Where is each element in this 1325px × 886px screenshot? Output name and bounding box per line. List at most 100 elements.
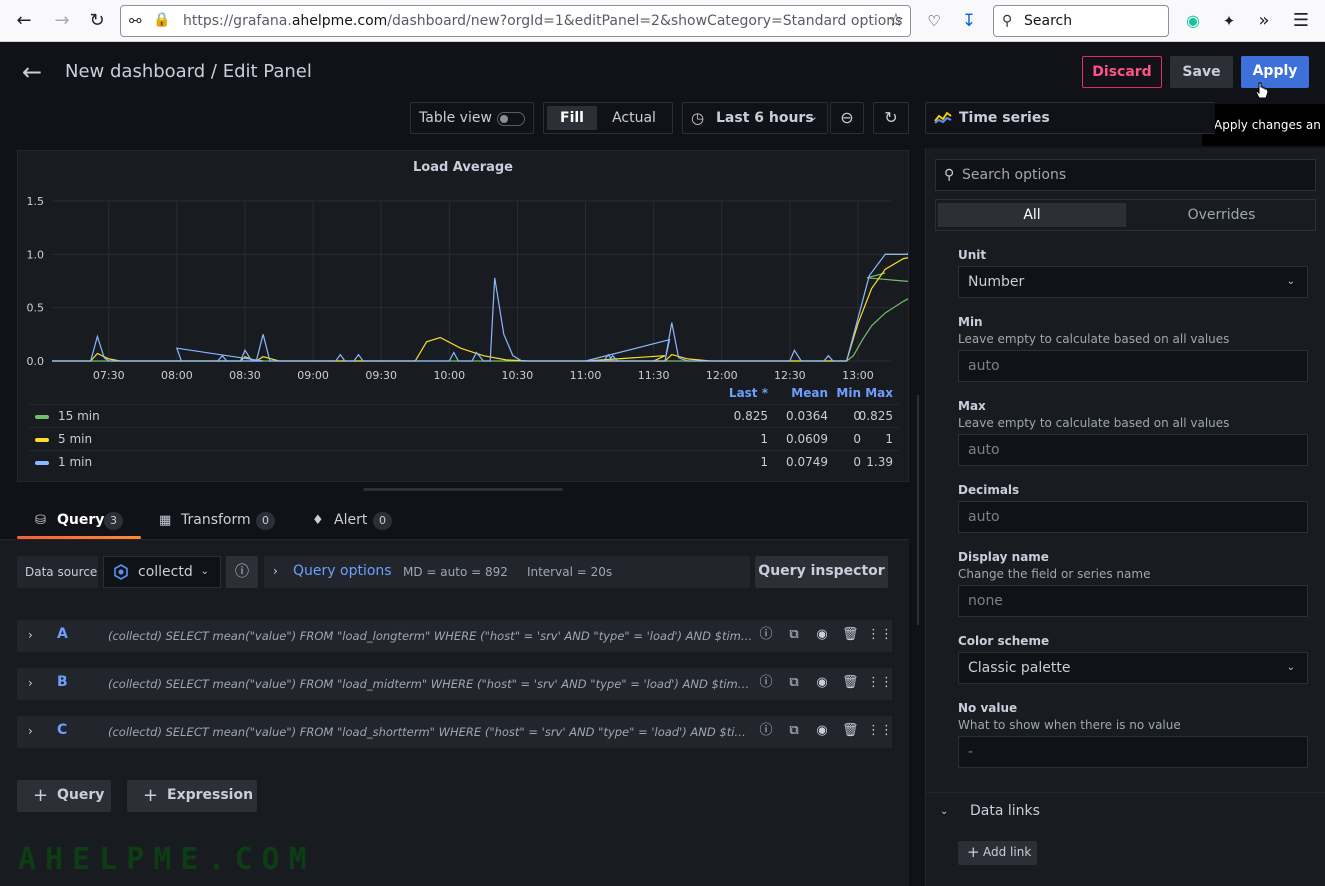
back-arrow-icon[interactable]: ← bbox=[22, 59, 42, 85]
query-ref-id[interactable]: A bbox=[57, 626, 68, 642]
options-search[interactable]: ⚲ bbox=[935, 159, 1316, 191]
table-view-toggle[interactable]: Table view bbox=[410, 102, 534, 134]
drag-handle-icon[interactable]: ⋮⋮ bbox=[867, 675, 893, 691]
tab-overrides[interactable]: Overrides bbox=[1130, 203, 1313, 227]
trash-icon[interactable]: 🗑 bbox=[842, 627, 859, 643]
browser-reload-icon[interactable]: ↻ bbox=[85, 9, 109, 33]
x-tick-label: 09:30 bbox=[365, 369, 397, 382]
x-tick-label: 07:30 bbox=[93, 369, 125, 382]
apply-button[interactable]: Apply bbox=[1241, 56, 1309, 88]
legend-series-name[interactable]: 1 min bbox=[58, 455, 92, 469]
chevron-down-icon[interactable]: ⌄ bbox=[940, 806, 948, 817]
data-links-section-title[interactable]: Data links bbox=[970, 803, 1040, 819]
max-field[interactable] bbox=[958, 434, 1308, 466]
add-expression-button[interactable]: + Expression bbox=[127, 780, 257, 812]
save-button[interactable]: Save bbox=[1170, 56, 1233, 88]
options-search-input[interactable] bbox=[962, 165, 1302, 185]
data-source-picker[interactable]: collectd ⌄ bbox=[103, 556, 221, 588]
query-ref-id[interactable]: C bbox=[57, 722, 67, 738]
legend-header-max[interactable]: Max bbox=[865, 386, 893, 400]
query-ref-id[interactable]: B bbox=[57, 674, 68, 690]
min-input[interactable] bbox=[968, 358, 1288, 374]
duplicate-icon[interactable]: ⧉ bbox=[786, 723, 802, 739]
eye-icon[interactable]: ◉ bbox=[814, 723, 830, 739]
add-link-button[interactable]: + Add link bbox=[958, 841, 1037, 865]
refresh-button[interactable]: ↻ bbox=[873, 102, 909, 134]
extension-icon[interactable]: ✦ bbox=[1217, 9, 1241, 33]
zoom-out-button[interactable]: ⊖ bbox=[830, 102, 864, 134]
browser-back-icon[interactable]: ← bbox=[12, 9, 36, 33]
legend-header-min[interactable]: Min bbox=[836, 386, 861, 400]
fill-option[interactable]: Fill bbox=[547, 106, 597, 130]
decimals-field[interactable] bbox=[958, 501, 1308, 533]
time-range-picker[interactable]: ◷ Last 6 hours ⌄ bbox=[682, 102, 828, 134]
unit-select[interactable]: Number ⌄ bbox=[958, 266, 1308, 298]
no-value-field[interactable] bbox=[958, 736, 1308, 768]
query-text[interactable]: (collectd) SELECT mean("value") FROM "lo… bbox=[108, 725, 754, 739]
bookmark-star-icon[interactable]: ☆ bbox=[888, 10, 904, 31]
query-options[interactable]: › Query options MD = auto = 892 Interval… bbox=[264, 556, 750, 588]
visualization-picker[interactable]: Time series bbox=[925, 102, 1215, 134]
query-scrollbar[interactable] bbox=[917, 395, 919, 625]
query-help-icon[interactable]: ⓘ bbox=[758, 723, 774, 739]
query-row[interactable]: › A (collectd) SELECT mean("value") FROM… bbox=[17, 620, 893, 652]
chevron-down-icon: ⌄ bbox=[1286, 276, 1295, 287]
display-name-input[interactable] bbox=[968, 593, 1288, 609]
query-inspector-button[interactable]: Query inspector bbox=[755, 556, 888, 588]
load-average-chart[interactable]: 0.0 0.5 1.0 1.5 07:30 08:00 08:30 09:00 09:30 10:… bbox=[18, 151, 908, 383]
query-help-icon[interactable]: ⓘ bbox=[758, 627, 774, 643]
eye-icon[interactable]: ◉ bbox=[814, 675, 830, 691]
legend-series-name[interactable]: 15 min bbox=[58, 409, 100, 423]
max-input[interactable] bbox=[968, 442, 1288, 458]
legend-series-name[interactable]: 5 min bbox=[58, 432, 92, 446]
chevron-right-icon[interactable]: › bbox=[28, 724, 33, 738]
query-text[interactable]: (collectd) SELECT mean("value") FROM "lo… bbox=[108, 629, 754, 643]
chevron-right-icon[interactable]: › bbox=[28, 676, 33, 690]
eye-icon[interactable]: ◉ bbox=[814, 627, 830, 643]
drag-handle-icon[interactable]: ⋮⋮ bbox=[867, 627, 893, 643]
add-query-button[interactable]: + Query bbox=[17, 780, 111, 812]
url-bar[interactable]: ⚯ 🔒 https://grafana.ahelpme.com/dashboar… bbox=[120, 5, 911, 37]
tab-alert-label: Alert bbox=[334, 512, 368, 528]
legend-header-mean[interactable]: Mean bbox=[791, 386, 828, 400]
tab-transform[interactable]: ▦ Transform 0 bbox=[159, 510, 284, 538]
tab-all[interactable]: All bbox=[938, 203, 1126, 227]
pocket-icon[interactable]: ♡ bbox=[922, 9, 946, 33]
panel-resize-handle[interactable] bbox=[363, 488, 563, 491]
legend-row[interactable]: 5 min 1 0.0609 0 1 bbox=[28, 427, 900, 450]
tab-alert[interactable]: ♦ Alert 0 bbox=[312, 510, 402, 538]
query-row[interactable]: › B (collectd) SELECT mean("value") FROM… bbox=[17, 668, 893, 700]
table-view-switch[interactable] bbox=[497, 112, 525, 126]
download-icon[interactable]: ↧ bbox=[957, 9, 981, 33]
legend-row[interactable]: 1 min 1 0.0749 0 1.39 bbox=[28, 450, 900, 473]
legend-row[interactable]: 15 min 0.825 0.0364 0 0.825 bbox=[28, 404, 900, 427]
hamburger-menu-icon[interactable]: ☰ bbox=[1289, 9, 1313, 33]
duplicate-icon[interactable]: ⧉ bbox=[786, 627, 802, 643]
help-button[interactable]: ⓘ bbox=[226, 556, 258, 588]
actual-option[interactable]: Actual bbox=[602, 106, 666, 130]
query-text[interactable]: (collectd) SELECT mean("value") FROM "lo… bbox=[108, 677, 754, 691]
shield-icon[interactable]: ⚯ bbox=[129, 12, 147, 30]
drag-handle-icon[interactable]: ⋮⋮ bbox=[867, 723, 893, 739]
trash-icon[interactable]: 🗑 bbox=[842, 723, 859, 739]
trash-icon[interactable]: 🗑 bbox=[842, 675, 859, 691]
x-tick-label: 08:30 bbox=[229, 369, 261, 382]
query-help-icon[interactable]: ⓘ bbox=[758, 675, 774, 691]
chevron-right-icon[interactable]: › bbox=[28, 628, 33, 642]
lock-icon[interactable]: 🔒 bbox=[153, 12, 171, 30]
tab-query[interactable]: ⛁ Query 3 bbox=[35, 510, 130, 538]
no-value-input[interactable] bbox=[968, 744, 1288, 760]
min-field[interactable] bbox=[958, 350, 1308, 382]
discard-button[interactable]: Discard bbox=[1082, 56, 1162, 88]
overflow-chevrons-icon[interactable]: » bbox=[1252, 9, 1276, 33]
browser-forward-icon[interactable]: → bbox=[50, 9, 74, 33]
url-text[interactable]: https://grafana.ahelpme.com/dashboard/ne… bbox=[183, 13, 902, 29]
decimals-input[interactable] bbox=[968, 509, 1288, 525]
duplicate-icon[interactable]: ⧉ bbox=[786, 675, 802, 691]
browser-search-box[interactable]: ⚲ Search bbox=[993, 5, 1169, 37]
color-scheme-select[interactable]: Classic palette ⌄ bbox=[958, 652, 1308, 684]
grammarly-icon[interactable]: ◉ bbox=[1181, 9, 1205, 33]
query-row[interactable]: › C (collectd) SELECT mean("value") FROM… bbox=[17, 716, 893, 748]
legend-header-last[interactable]: Last * bbox=[729, 386, 768, 400]
display-name-field[interactable] bbox=[958, 585, 1308, 617]
